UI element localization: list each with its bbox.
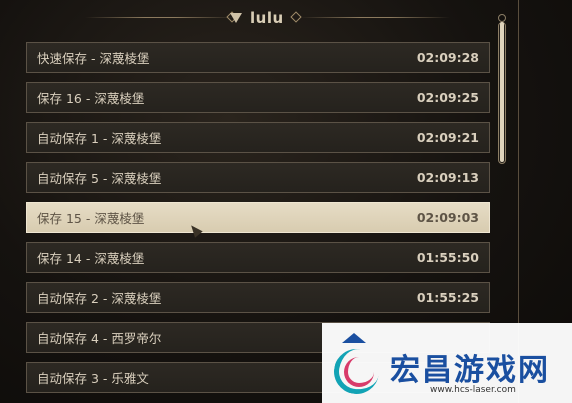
save-row[interactable]: 保存 16 - 深蔑棱堡 02:09:25 xyxy=(26,82,490,113)
save-time: 02:09:28 xyxy=(416,50,479,65)
profile-name: lulu xyxy=(250,9,284,27)
scrollbar-cap xyxy=(498,14,506,22)
watermark-logo-icon xyxy=(330,331,383,398)
save-name: 自动保存 2 - 深蔑棱堡 xyxy=(37,291,162,306)
header-ornament-right xyxy=(300,17,450,18)
save-name: 快速保存 - 深蔑棱堡 xyxy=(37,51,150,66)
save-row[interactable]: 保存 14 - 深蔑棱堡 01:55:50 xyxy=(26,242,490,273)
save-row[interactable]: 自动保存 5 - 深蔑棱堡 02:09:13 xyxy=(26,162,490,193)
save-name: 保存 15 - 深蔑棱堡 xyxy=(37,211,145,226)
save-name: 自动保存 1 - 深蔑棱堡 xyxy=(37,131,162,146)
save-time: 02:09:03 xyxy=(416,210,479,225)
header-ornament-left xyxy=(85,17,235,18)
save-time: 02:09:25 xyxy=(416,90,479,105)
save-time: 02:09:13 xyxy=(416,170,479,185)
save-time: 01:55:50 xyxy=(416,250,479,265)
save-row[interactable]: 自动保存 1 - 深蔑棱堡 02:09:21 xyxy=(26,122,490,153)
save-row-selected[interactable]: 保存 15 - 深蔑棱堡 02:09:03 xyxy=(26,202,490,233)
watermark-title: 宏昌游戏网 xyxy=(390,353,550,388)
save-name: 自动保存 5 - 深蔑棱堡 xyxy=(37,171,162,186)
save-time: 02:09:21 xyxy=(416,130,479,145)
profile-selector[interactable]: lulu xyxy=(230,6,284,30)
save-list-header: lulu xyxy=(0,0,572,36)
save-name: 保存 14 - 深蔑棱堡 xyxy=(37,251,145,266)
save-time: 01:55:25 xyxy=(416,290,479,305)
save-row-quicksave[interactable]: 快速保存 - 深蔑棱堡 02:09:28 xyxy=(26,42,490,73)
save-row[interactable]: 自动保存 2 - 深蔑棱堡 01:55:25 xyxy=(26,282,490,313)
dropdown-triangle-icon xyxy=(230,13,242,23)
save-name: 保存 16 - 深蔑棱堡 xyxy=(37,91,145,106)
watermark-url: www.hcs-laser.com xyxy=(430,385,516,395)
scrollbar-thumb[interactable] xyxy=(500,22,504,162)
save-name: 自动保存 3 - 乐雅文 xyxy=(37,371,149,386)
save-name: 自动保存 4 - 西罗帝尔 xyxy=(37,331,162,346)
site-watermark: 宏昌游戏网 www.hcs-laser.com xyxy=(322,323,572,403)
